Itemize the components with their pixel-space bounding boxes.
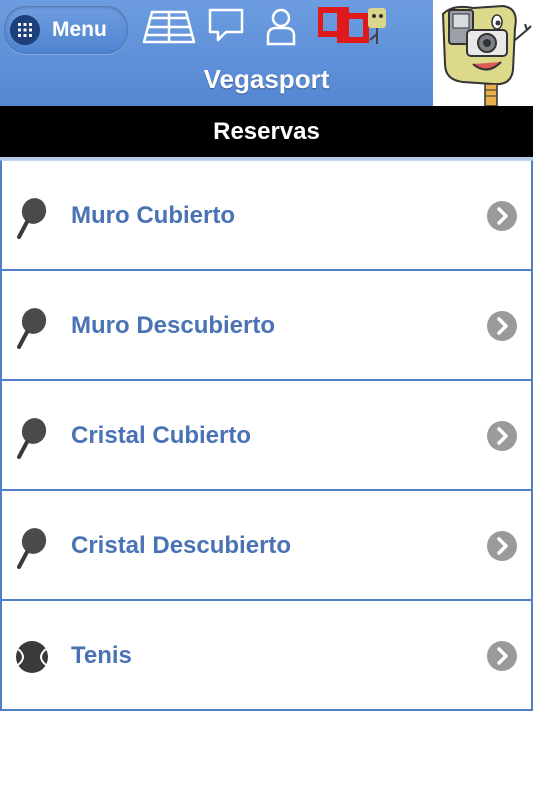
court-icon[interactable] [142,6,196,46]
menu-button[interactable]: Menu [4,6,128,54]
list-item-label: Tenis [71,642,132,669]
list-item-muro-descubierto[interactable]: Muro Descubierto [0,271,533,381]
chevron-right-icon [487,531,517,561]
list-item-tenis[interactable]: Tenis [0,601,533,711]
list-item-label: Muro Descubierto [71,312,276,339]
list-item-label: Cristal Cubierto [71,422,252,449]
list-item-muro-cubierto[interactable]: Muro Cubierto [0,160,533,271]
list-item-cristal-descubierto[interactable]: Cristal Descubierto [0,491,533,601]
grid-icon [10,15,40,45]
section-title: Reservas [213,117,320,145]
section-header: Reservas [0,106,533,160]
menu-label: Menu [52,18,107,41]
padel-racket-icon [17,418,47,459]
padel-racket-icon [17,308,47,349]
chevron-right-icon [487,311,517,341]
mascot-image [433,0,533,106]
chevron-right-icon [487,421,517,451]
user-icon[interactable] [264,6,298,46]
list-item-label: Muro Cubierto [71,202,235,229]
chevron-right-icon [487,641,517,671]
padel-racket-icon [17,528,47,569]
list-item-cristal-cubierto[interactable]: Cristal Cubierto [0,381,533,491]
brand-logo-icon[interactable] [318,4,394,50]
app-header: Menu Vegasport [0,0,533,106]
chat-icon[interactable] [206,6,246,46]
list-item-label: Cristal Descubierto [71,532,292,559]
tennis-ball-icon [16,641,48,673]
reservation-list: Muro Cubierto Muro Descubierto Cristal C… [0,160,533,711]
chevron-right-icon [487,201,517,231]
padel-racket-icon [17,198,47,239]
